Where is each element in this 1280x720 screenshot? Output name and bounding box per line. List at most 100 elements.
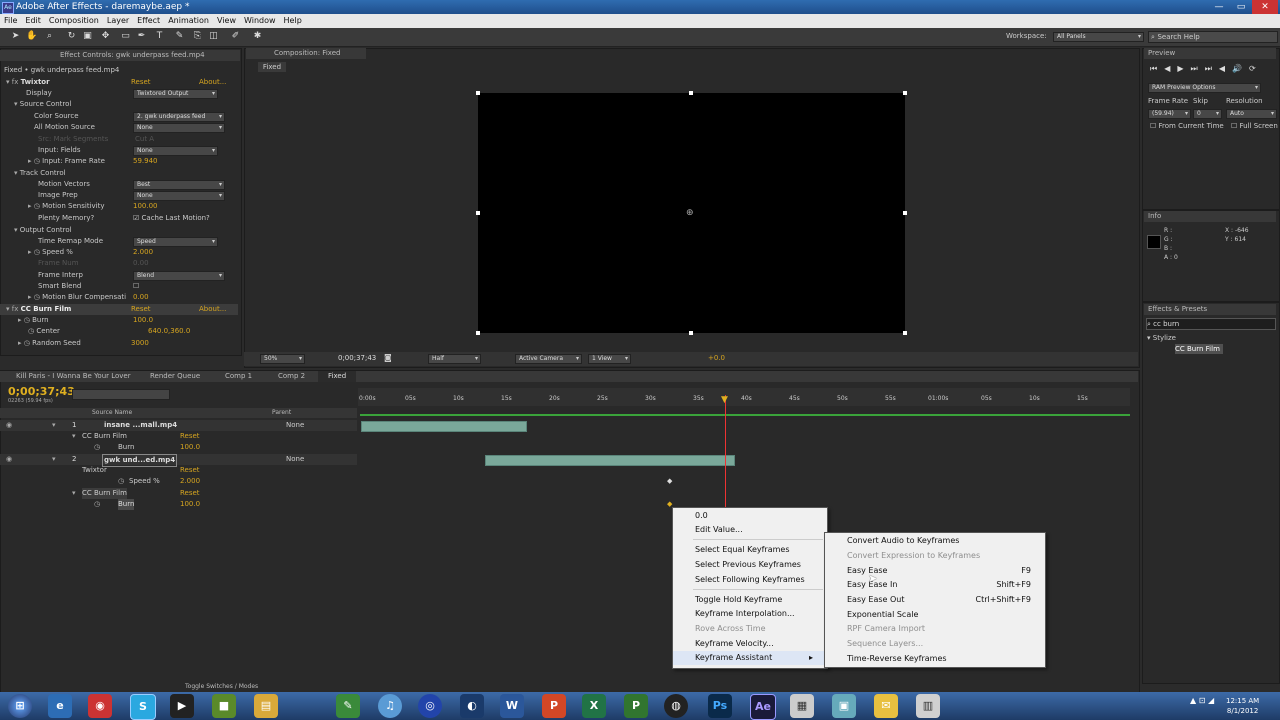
toggle-switches-modes[interactable]: Toggle Switches / Modes (185, 683, 258, 690)
menu-item-value[interactable]: 0.0 (673, 509, 827, 523)
ie-icon[interactable]: e (48, 694, 72, 718)
steam-icon[interactable]: ◍ (664, 694, 688, 718)
from-current-time-checkbox[interactable]: ☐ From Current Time (1150, 122, 1224, 130)
twixtor-about-link[interactable]: About... (199, 77, 226, 88)
info-tab[interactable]: Info (1144, 211, 1276, 222)
app-icon[interactable]: ◐ (460, 694, 484, 718)
time-remap-mode-dropdown[interactable]: Speed (133, 237, 218, 247)
menu-item-interpolation[interactable]: Keyframe Interpolation... (673, 607, 827, 621)
submenu-exponential-scale[interactable]: Exponential Scale (825, 608, 1045, 622)
clone-tool-icon[interactable]: ⎘ (192, 31, 203, 42)
bbox-handle[interactable] (903, 331, 907, 335)
minecraft-icon[interactable]: ■ (212, 694, 236, 718)
motion-vectors-dropdown[interactable]: Best (133, 180, 225, 190)
tab-comp2[interactable]: Comp 2 (278, 371, 305, 382)
layer-effect-row[interactable]: ▾ CC Burn Film Reset (0, 488, 357, 499)
smart-blend-checkbox[interactable]: ☐ (133, 281, 139, 292)
submenu-convert-audio[interactable]: Convert Audio to Keyframes (825, 534, 1045, 548)
timeline-timecode[interactable]: 0;00;37;43 (8, 385, 75, 398)
bbox-handle[interactable] (903, 91, 907, 95)
media-player-icon[interactable]: ▶ (170, 694, 194, 718)
tab-kill-paris[interactable]: Kill Paris - I Wanna Be Your Lover (16, 371, 131, 382)
layer-row[interactable]: ◉ ▾ 2 gwk und...ed.mp4 None (0, 454, 357, 467)
submenu-easy-ease-in[interactable]: Easy Ease In Shift+F9 (825, 578, 1045, 592)
skype-icon[interactable]: S (130, 694, 156, 720)
app-icon[interactable]: ▥ (916, 694, 940, 718)
maximize-icon[interactable]: ▭ (1230, 0, 1252, 14)
menu-window[interactable]: Window (240, 14, 280, 28)
pen-tool-icon[interactable]: ✒ (136, 31, 147, 42)
camera-tool-icon[interactable]: ▣ (82, 31, 93, 42)
cache-last-motion-checkbox[interactable]: ☑ Cache Last Motion? (133, 213, 210, 224)
layer-effect-row[interactable]: ▾ CC Burn Film Reset (0, 431, 357, 442)
system-clock[interactable]: 12:15 AM 8/1/2012 (1226, 696, 1259, 716)
input-fields-dropdown[interactable]: None (133, 146, 218, 156)
app-icon[interactable]: ✎ (336, 694, 360, 718)
menu-animation[interactable]: Animation (164, 14, 213, 28)
effect-controls-tab[interactable]: Effect Controls: gwk underpass feed.mp4 (0, 51, 205, 59)
roto-brush-tool-icon[interactable]: ✐ (230, 31, 241, 42)
frame-interp-dropdown[interactable]: Blend (133, 271, 225, 281)
source-control-group[interactable]: ▾ Source Control (14, 99, 71, 110)
layer-row[interactable]: ◉ ▾ 1 insane ...mall.mp4 None (0, 420, 357, 431)
calculator-icon[interactable]: ▦ (790, 694, 814, 718)
snapshot-icon[interactable]: ◙ (384, 353, 392, 362)
effects-search-field[interactable]: ⌕ cc burn (1146, 318, 1276, 330)
playhead-icon[interactable]: ▼ (721, 395, 728, 405)
search-help-field[interactable]: ⌕ Search Help (1148, 31, 1278, 43)
exposure-value[interactable]: +0.0 (708, 354, 725, 362)
menu-item-select-following[interactable]: Select Following Keyframes (673, 573, 827, 587)
speed-percent-value[interactable]: 2.000 (133, 247, 153, 258)
display-dropdown[interactable]: Twixtored Output (133, 89, 218, 99)
cc-burn-about-link[interactable]: About... (199, 304, 226, 315)
explorer-icon[interactable]: ▤ (254, 694, 278, 718)
word-icon[interactable]: W (500, 694, 524, 718)
comp-subtab-fixed[interactable]: Fixed (258, 62, 286, 72)
color-source-dropdown[interactable]: 2. gwk underpass feed (133, 112, 225, 122)
menu-edit[interactable]: Edit (21, 14, 45, 28)
publisher-icon[interactable]: P (624, 694, 648, 718)
layer-property-row[interactable]: ◷ Burn 100.0 (0, 442, 357, 453)
full-screen-checkbox[interactable]: ☐ Full Screen (1231, 122, 1278, 130)
composition-tab[interactable]: Composition: Fixed (246, 48, 366, 59)
menu-item-select-equal[interactable]: Select Equal Keyframes (673, 543, 827, 557)
comp-timecode[interactable]: 0;00;37;43 (338, 354, 376, 362)
motion-blur-value[interactable]: 0.00 (133, 292, 149, 303)
bbox-handle[interactable] (476, 211, 480, 215)
preview-resolution-dropdown[interactable]: Auto (1226, 109, 1277, 119)
type-tool-icon[interactable]: T (154, 31, 165, 42)
bbox-handle[interactable] (476, 331, 480, 335)
chrome-icon[interactable]: ◉ (88, 694, 112, 718)
menu-item-velocity[interactable]: Keyframe Velocity... (673, 637, 827, 651)
zoom-dropdown[interactable]: 50% (260, 354, 305, 364)
pan-behind-tool-icon[interactable]: ✥ (100, 31, 111, 42)
app-icon[interactable]: ▣ (832, 694, 856, 718)
all-motion-source-dropdown[interactable]: None (133, 123, 225, 133)
tab-render-queue[interactable]: Render Queue (150, 371, 200, 382)
eye-icon[interactable]: ◉ (6, 454, 12, 465)
effects-presets-tab[interactable]: Effects & Presets (1144, 304, 1276, 315)
after-effects-taskbar-icon[interactable]: Ae (750, 694, 776, 720)
app-icon[interactable]: ◎ (418, 694, 442, 718)
skip-dropdown[interactable]: 0 (1193, 109, 1222, 119)
playback-controls[interactable]: ⏮◀︎▶⏭⏭◀🔊⟳ (1150, 64, 1263, 74)
menu-composition[interactable]: Composition (45, 14, 103, 28)
selection-tool-icon[interactable]: ➤ (10, 31, 21, 42)
brush-tool-icon[interactable]: ✎ (174, 31, 185, 42)
source-name-column[interactable]: Source Name (92, 409, 132, 416)
effect-cc-burn-film-row[interactable]: ▾ fx CC Burn Film (6, 304, 71, 315)
layer2-duration-bar[interactable] (485, 455, 735, 466)
mask-tool-icon[interactable]: ▭ (120, 31, 131, 42)
twixtor-reset-link[interactable]: Reset (131, 77, 151, 88)
tab-comp1[interactable]: Comp 1 (225, 371, 252, 382)
layer1-duration-bar[interactable] (361, 421, 527, 432)
image-prep-dropdown[interactable]: None (133, 191, 225, 201)
menu-help[interactable]: Help (280, 14, 306, 28)
excel-icon[interactable]: X (582, 694, 606, 718)
burn-value[interactable]: 100.0 (133, 315, 153, 326)
submenu-time-reverse[interactable]: Time-Reverse Keyframes (825, 652, 1045, 666)
itunes-icon[interactable]: ♫ (378, 694, 402, 718)
menu-item-edit-value[interactable]: Edit Value... (673, 523, 827, 537)
motion-sensitivity-value[interactable]: 100.00 (133, 201, 158, 212)
preview-tab[interactable]: Preview (1144, 48, 1276, 59)
